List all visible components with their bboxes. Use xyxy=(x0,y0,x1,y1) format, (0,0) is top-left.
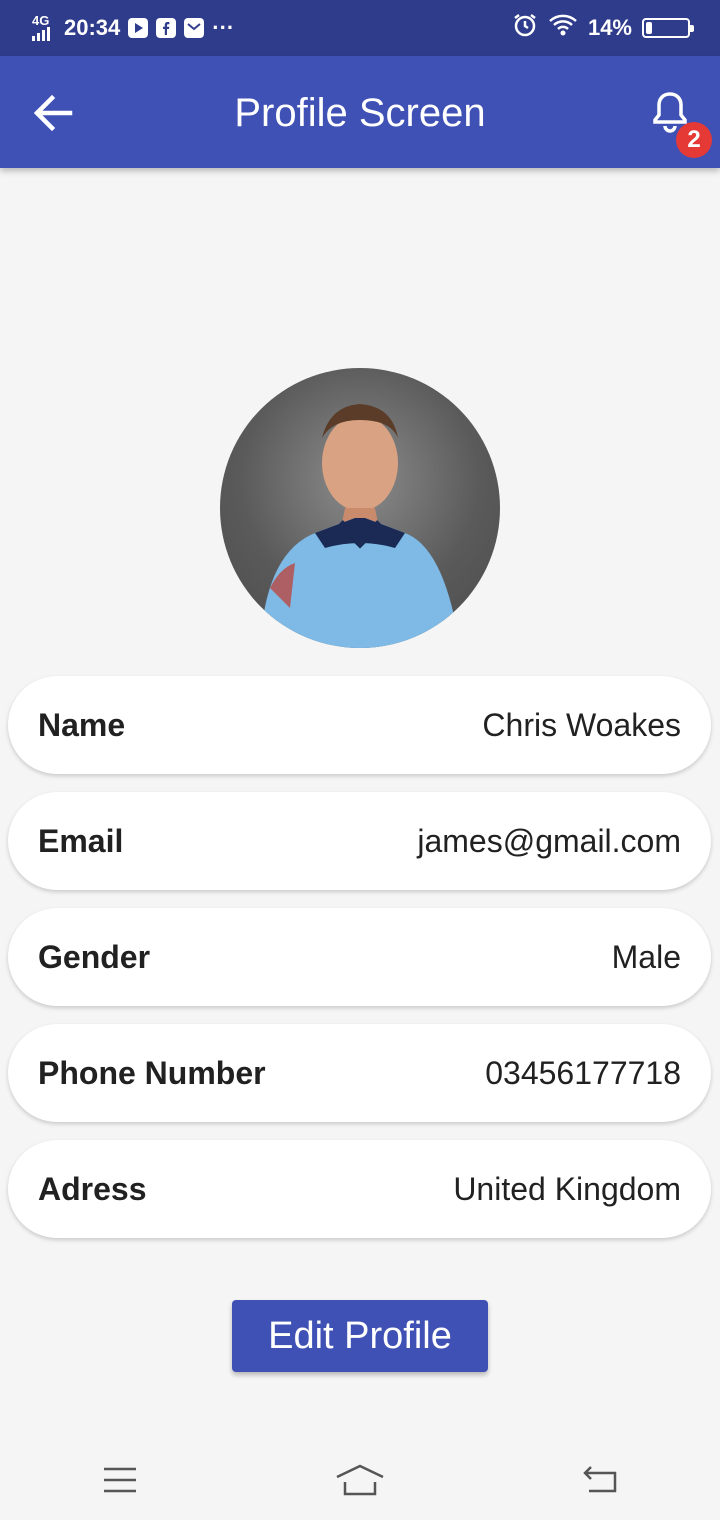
profile-field-name: Name Chris Woakes xyxy=(8,676,711,774)
avatar-photo xyxy=(260,404,460,648)
field-label: Phone Number xyxy=(38,1054,266,1091)
profile-field-gender: Gender Male xyxy=(8,908,711,1006)
signal-icon xyxy=(32,27,50,41)
mail-icon xyxy=(184,18,205,38)
field-value: 03456177718 xyxy=(485,1054,681,1091)
notification-badge: 2 xyxy=(676,122,712,158)
field-value: Male xyxy=(611,938,681,975)
field-value: james@gmail.com xyxy=(417,822,681,859)
back-nav-button[interactable] xyxy=(570,1455,630,1505)
menu-icon xyxy=(104,1467,136,1493)
field-label: Email xyxy=(38,822,124,859)
profile-field-email: Email james@gmail.com xyxy=(8,792,711,890)
status-bar: 4G 20:34 ··· 14% xyxy=(0,0,720,56)
status-left: 4G 20:34 ··· xyxy=(30,13,234,43)
profile-field-phone: Phone Number 03456177718 xyxy=(8,1024,711,1122)
field-value: United Kingdom xyxy=(453,1170,681,1207)
more-indicator: ··· xyxy=(212,15,235,40)
network-label: 4G xyxy=(32,13,50,28)
home-button[interactable] xyxy=(330,1455,390,1505)
field-label: Adress xyxy=(38,1170,147,1207)
battery-icon xyxy=(642,18,694,38)
alarm-icon xyxy=(512,12,538,44)
avatar xyxy=(220,368,500,648)
system-nav-bar xyxy=(0,1440,720,1520)
page-title: Profile Screen xyxy=(234,91,486,135)
home-icon xyxy=(336,1464,384,1496)
back-icon xyxy=(583,1466,617,1493)
youtube-icon xyxy=(128,18,149,38)
network-indicator: 4G xyxy=(30,13,56,43)
edit-profile-button[interactable]: Edit Profile xyxy=(232,1300,488,1372)
battery-fill xyxy=(646,22,652,34)
profile-field-address: Adress United Kingdom xyxy=(8,1140,711,1238)
field-value: Chris Woakes xyxy=(482,706,681,743)
facebook-icon xyxy=(156,18,177,38)
status-right: 14% xyxy=(512,12,694,44)
menu-button[interactable] xyxy=(90,1455,150,1505)
status-time: 20:34 xyxy=(64,15,121,40)
app-bar: Profile Screen 2 xyxy=(0,56,720,168)
field-label: Name xyxy=(38,706,126,743)
battery-percent: 14% xyxy=(587,15,632,40)
field-label: Gender xyxy=(38,938,151,975)
wifi-icon xyxy=(548,13,578,43)
